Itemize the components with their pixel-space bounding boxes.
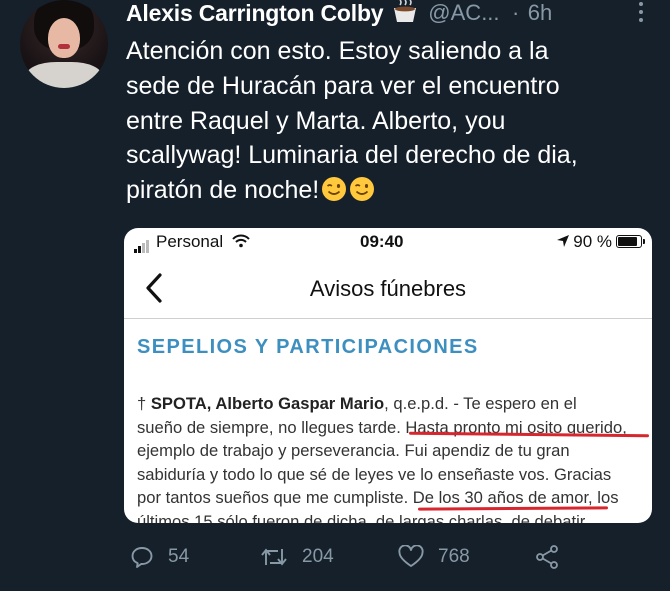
share-icon [536,545,558,569]
nav-title: Avisos fúnebres [309,276,467,301]
winking-face-icon [350,177,375,202]
wifi-icon [232,234,250,248]
carrier-name: Personal [156,232,224,251]
battery-percent: 90 % [573,232,612,251]
tweet-time[interactable]: 6h [528,0,552,26]
author-handle[interactable]: @AC... [428,0,499,26]
reply-button[interactable]: 54 [130,540,189,574]
winking-face-icon [322,177,347,202]
section-heading: SEPELIOS Y PARTICIPACIONES [137,336,479,358]
retweet-icon [261,548,287,566]
heart-icon [398,545,424,567]
reply-icon [131,547,153,568]
avatar[interactable] [20,0,108,88]
like-count: 768 [438,546,470,567]
attached-image[interactable]: Personal 09:40 90 % Avisos fúnebres SEPE… [124,228,652,523]
signal-icon [134,233,150,253]
separator: · [511,0,520,25]
tweet-header: Alexis Carrington Colby @AC... · 6h [126,0,656,26]
more-options-icon[interactable] [638,2,644,24]
cross-symbol: † [137,394,147,413]
share-button[interactable] [534,540,574,574]
battery-icon [616,235,645,248]
nav-bar: Avisos fúnebres [124,264,652,319]
retweet-count: 204 [302,546,334,567]
phone-status-bar: Personal 09:40 90 % [124,228,652,254]
tweet-text: Atención con esto. Estoy saliendo a la s… [126,34,646,208]
obituary-text: † SPOTA, Alberto Gaspar Mario, q.e.p.d. … [137,392,645,523]
tweet-actions: 54 204 768 [126,540,646,574]
like-button[interactable]: 768 [398,540,470,574]
reply-count: 54 [168,546,190,567]
author-name[interactable]: Alexis Carrington Colby [126,0,384,26]
phone-clock: 09:40 [360,232,404,251]
coffee-cup-icon [393,0,416,22]
obituary-body: , q.e.p.d. - Te espero en el sueño de si… [137,394,627,523]
location-arrow-icon [557,235,570,247]
retweet-button[interactable]: 204 [260,540,334,574]
obituary-name: SPOTA, Alberto Gaspar Mario [150,394,385,413]
